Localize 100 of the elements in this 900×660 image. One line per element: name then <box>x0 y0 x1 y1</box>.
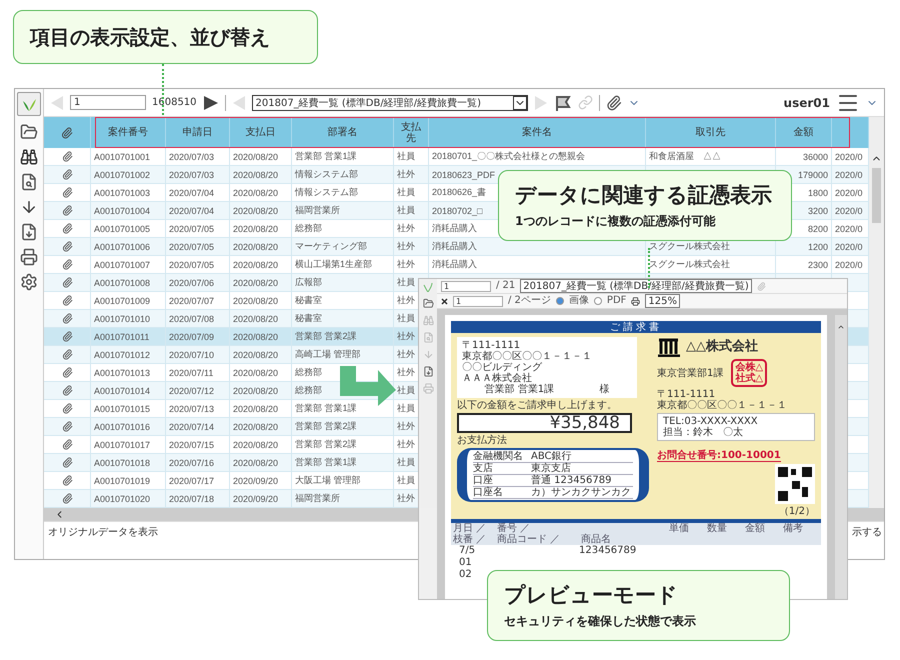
scrollbar[interactable] <box>835 315 847 599</box>
table-cell[interactable]: A0010701010 <box>94 314 150 324</box>
paperclip-icon[interactable] <box>62 385 72 396</box>
table-cell[interactable]: A0010701015 <box>94 404 150 414</box>
paperclip-icon[interactable] <box>756 282 766 290</box>
table-cell: 福岡営業所 <box>295 492 340 505</box>
table-cell: 2020/08/20 <box>233 278 278 288</box>
table-cell: 2020/08/20 <box>233 170 278 180</box>
table-cell[interactable]: A0010701020 <box>94 494 150 504</box>
paperclip-icon[interactable] <box>62 331 72 342</box>
table-cell[interactable]: A0010701011 <box>94 332 150 342</box>
table-cell[interactable]: A0010701017 <box>94 440 150 450</box>
paperclip-icon[interactable] <box>62 403 72 414</box>
dropdown-icon[interactable] <box>512 96 527 110</box>
column-header[interactable]: 金額 <box>788 127 820 138</box>
paperclip-icon[interactable] <box>62 439 72 450</box>
page-field[interactable]: 1 <box>453 296 503 306</box>
table-cell[interactable]: A0010701018 <box>94 458 150 468</box>
company-dept: 東京営業部1課 <box>657 368 724 378</box>
paperclip-icon[interactable] <box>62 187 72 198</box>
view-select[interactable]: 201807_経費一覧 (標準DB/経理部/経費旅費一覧) <box>520 279 752 293</box>
file-search-icon[interactable] <box>20 173 38 191</box>
paperclip-icon[interactable] <box>62 169 72 180</box>
paperclip-icon[interactable] <box>62 205 72 216</box>
scroll-thumb[interactable] <box>872 168 881 223</box>
column-header[interactable]: 支払先 <box>394 122 428 144</box>
next-icon[interactable] <box>202 94 219 110</box>
arrow-down-icon[interactable] <box>20 198 38 216</box>
paperclip-icon[interactable] <box>606 94 622 110</box>
paperclip-icon[interactable] <box>62 349 72 360</box>
printer-icon[interactable] <box>631 296 640 306</box>
paperclip-icon[interactable] <box>62 457 72 468</box>
table-cell: 大阪工場 管理部 <box>295 474 361 487</box>
recipient-dept: 営業部 営業1課 <box>484 384 554 395</box>
column-header[interactable]: 取引先 <box>690 127 732 138</box>
paperclip-icon[interactable] <box>62 259 72 270</box>
table-cell[interactable]: A0010701016 <box>94 422 150 432</box>
table-cell: 営業部 営業1課 <box>295 402 357 415</box>
scrollbar[interactable] <box>869 117 884 508</box>
user-name: user01 <box>784 96 830 110</box>
table-cell: 営業部 営業2課 <box>295 438 357 451</box>
column-header: 商品コード ／ <box>496 534 560 545</box>
table-cell[interactable]: A0010701004 <box>94 206 150 216</box>
folder-icon[interactable] <box>20 123 38 141</box>
close-icon[interactable] <box>441 298 448 304</box>
radio-button[interactable] <box>556 297 564 305</box>
paperclip-icon[interactable] <box>62 295 72 306</box>
table-cell: 2020/0 <box>835 242 863 252</box>
view-select[interactable]: 201807_経費一覧 (標準DB/経理部/経費旅費一覧) <box>252 94 528 110</box>
table-cell: 情報システム部 <box>295 186 358 199</box>
column-header[interactable]: 案件名 <box>516 127 558 138</box>
inquiry-number: お問合せ番号:100-10001 <box>657 450 781 462</box>
table-cell[interactable]: A0010701012 <box>94 350 150 360</box>
table-cell[interactable]: A0010701009 <box>94 296 150 306</box>
column-header: 商品名 <box>580 534 611 545</box>
paperclip-icon[interactable] <box>62 241 72 252</box>
flag-icon[interactable] <box>554 94 572 112</box>
table-cell[interactable]: A0010701008 <box>94 278 150 288</box>
table-cell: 社外 <box>397 222 415 235</box>
paperclip-icon[interactable] <box>62 223 72 234</box>
table-settings-icon[interactable] <box>20 273 38 291</box>
address-line: 東京都〇〇区〇〇１－１－１ <box>462 351 593 362</box>
bank-value: 東京支店 <box>531 463 572 474</box>
file-download-icon[interactable] <box>20 223 38 241</box>
page-field[interactable]: 1 <box>441 280 491 292</box>
table-cell: 2020/07/18 <box>169 494 214 504</box>
paperclip-icon[interactable] <box>62 277 72 288</box>
table-cell[interactable]: A0010701014 <box>94 386 150 396</box>
radio-button[interactable] <box>594 297 602 305</box>
paperclip-icon[interactable] <box>62 313 72 324</box>
file-download-icon[interactable] <box>422 366 434 377</box>
paperclip-icon[interactable] <box>62 421 72 432</box>
paperclip-icon[interactable] <box>62 367 72 378</box>
bank-value: ABC銀行 <box>531 451 573 462</box>
table-cell[interactable]: A0010701002 <box>94 170 150 180</box>
column-header[interactable]: 支払日 <box>240 127 282 138</box>
column-header[interactable]: 部署名 <box>322 127 364 138</box>
folder-icon[interactable] <box>422 298 434 309</box>
table-cell[interactable]: A0010701019 <box>94 476 150 486</box>
table-cell[interactable]: A0010701005 <box>94 224 150 234</box>
table-cell[interactable]: A0010701007 <box>94 260 150 270</box>
table-cell: 福岡営業所 <box>295 204 340 217</box>
column-header[interactable]: 案件番号 <box>102 127 154 138</box>
printer-icon[interactable] <box>20 248 38 266</box>
table-cell[interactable]: A0010701006 <box>94 242 150 252</box>
table-cell[interactable]: A0010701013 <box>94 368 150 378</box>
table-cell[interactable]: A0010701003 <box>94 188 150 198</box>
column-header[interactable]: 申請日 <box>176 127 218 138</box>
paperclip-icon[interactable] <box>62 493 72 504</box>
page-field[interactable]: 1 <box>70 95 146 110</box>
bank-label: 金融機関名 <box>473 451 524 462</box>
zoom-select[interactable]: 125% <box>645 294 680 308</box>
table-cell: 2020/07/05 <box>169 242 214 252</box>
table-cell: 秘書室 <box>295 312 322 325</box>
binoculars-icon[interactable] <box>20 148 38 166</box>
paperclip-icon[interactable] <box>62 475 72 486</box>
logo-icon <box>423 282 433 292</box>
paperclip-icon[interactable] <box>62 151 72 162</box>
status-text: 示する <box>852 526 882 539</box>
table-cell[interactable]: A0010701001 <box>94 152 150 162</box>
